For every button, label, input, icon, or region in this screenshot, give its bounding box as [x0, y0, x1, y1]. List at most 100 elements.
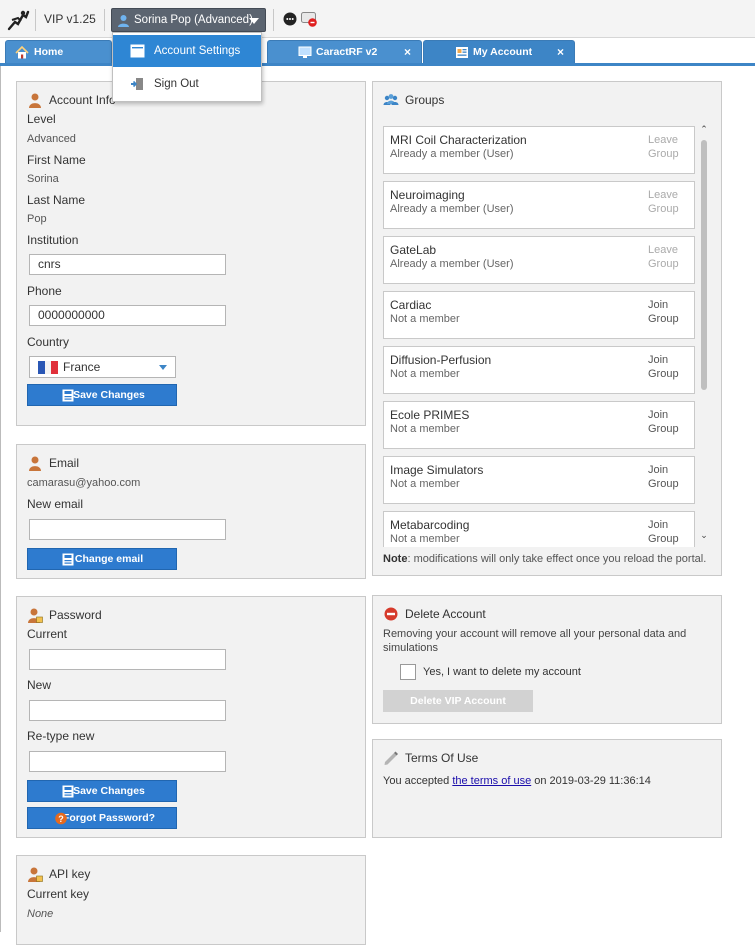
groups-scrollbar[interactable]: ⌃ ⌄: [698, 124, 710, 547]
retype-password-input[interactable]: [29, 751, 226, 772]
country-label: Country: [27, 335, 70, 349]
user-icon: [118, 15, 129, 27]
bug-report-icon[interactable]: [301, 12, 318, 27]
api-key-title: API key: [27, 866, 90, 882]
current-key-value: None: [27, 908, 54, 920]
terms-title: Terms Of Use: [383, 750, 478, 766]
leave-group-button[interactable]: Leave Group: [648, 188, 680, 216]
save-icon: [62, 553, 74, 566]
current-password-input[interactable]: [29, 649, 226, 670]
join-group-button[interactable]: Join Group: [648, 518, 680, 546]
person-lock-icon: [28, 608, 43, 623]
account-info-title: Account Info: [27, 92, 116, 108]
france-flag-icon: [38, 361, 58, 374]
home-icon: [15, 46, 29, 59]
save-password-button[interactable]: Save Changes: [27, 780, 177, 802]
group-item: Neuroimaging Already a member (User) Lea…: [383, 181, 695, 229]
chevron-down-icon[interactable]: ⌄: [699, 530, 709, 541]
delete-confirm-checkbox[interactable]: [400, 664, 416, 680]
sign-out-icon: [131, 78, 143, 90]
first-name-value: Sorina: [27, 173, 59, 185]
menu-item-sign-out[interactable]: Sign Out: [113, 68, 261, 100]
save-icon: [62, 389, 74, 402]
phone-input[interactable]: 0000000000: [29, 305, 226, 326]
group-item: Image Simulators Not a member Join Group: [383, 456, 695, 504]
email-panel: Email camarasu@yahoo.com New email Chang…: [16, 444, 366, 579]
leave-group-button[interactable]: Leave Group: [648, 243, 680, 271]
groups-title: Groups: [383, 92, 444, 108]
group-item: Cardiac Not a member Join Group: [383, 291, 695, 339]
toolbar-divider: [35, 9, 36, 31]
country-value: France: [63, 360, 101, 374]
groups-note: Note: modifications will only take effec…: [383, 553, 707, 565]
phone-label: Phone: [27, 284, 62, 298]
terms-link[interactable]: the terms of use: [452, 775, 531, 787]
institution-input[interactable]: cnrs: [29, 254, 226, 275]
current-key-label: Current key: [27, 887, 90, 901]
password-panel: Password Current New Re-type new Save Ch…: [16, 596, 366, 838]
close-icon[interactable]: ×: [557, 41, 564, 64]
delete-account-button[interactable]: Delete VIP Account: [383, 690, 533, 712]
forgot-password-button[interactable]: ? Forgot Password?: [27, 807, 177, 829]
group-item: Ecole PRIMES Not a member Join Group: [383, 401, 695, 449]
email-title: Email: [27, 455, 79, 471]
groups-list[interactable]: MRI Coil Characterization Already a memb…: [382, 124, 710, 547]
join-group-button[interactable]: Join Group: [648, 463, 680, 491]
new-email-input[interactable]: [29, 519, 226, 540]
terms-of-use-panel: Terms Of Use You accepted the terms of u…: [372, 739, 722, 838]
level-label: Level: [27, 112, 56, 126]
delete-account-panel: Delete Account Removing your account wil…: [372, 595, 722, 724]
last-name-value: Pop: [27, 213, 47, 225]
delete-account-description: Removing your account will remove all yo…: [383, 628, 687, 654]
current-password-label: Current: [27, 627, 68, 641]
user-dropdown-menu: Account Settings Sign Out: [112, 32, 262, 102]
country-select[interactable]: France: [29, 356, 176, 378]
new-password-input[interactable]: [29, 700, 226, 721]
person-key-icon: [28, 867, 43, 882]
retype-password-label: Re-type new: [27, 729, 95, 743]
current-email-value: camarasu@yahoo.com: [27, 477, 141, 489]
first-name-label: First Name: [27, 153, 86, 167]
join-group-button[interactable]: Join Group: [648, 353, 680, 381]
menu-item-account-settings[interactable]: Account Settings: [113, 35, 261, 67]
tab-my-account[interactable]: My Account ×: [423, 40, 575, 64]
change-email-button[interactable]: Change email: [27, 548, 177, 570]
version-label: VIP v1.25: [44, 12, 96, 26]
tab-home[interactable]: Home: [5, 40, 112, 64]
tab-home-label: Home: [34, 46, 64, 58]
settings-icon: [130, 44, 145, 58]
monitor-icon: [298, 46, 312, 58]
terms-text: You accepted the terms of use on 2019-03…: [383, 775, 651, 787]
level-value: Advanced: [27, 133, 76, 145]
user-menu-label: Sorina Pop (Advanced): [134, 14, 253, 26]
scrollbar-thumb[interactable]: [701, 140, 707, 390]
group-item: Diffusion-Perfusion Not a member Join Gro…: [383, 346, 695, 394]
save-account-button[interactable]: Save Changes: [27, 384, 177, 406]
person-icon: [29, 456, 41, 471]
join-group-button[interactable]: Join Group: [648, 408, 680, 436]
user-menu-button[interactable]: Sorina Pop (Advanced): [111, 8, 266, 32]
groups-panel: Groups MRI Coil Characterization Already…: [372, 81, 722, 576]
tab-my-account-label: My Account: [473, 46, 533, 58]
delete-confirm-label: Yes, I want to delete my account: [423, 666, 581, 678]
password-title: Password: [27, 607, 102, 623]
document-pen-icon: [384, 751, 398, 765]
tab-caractrf[interactable]: CaractRF v2 ×: [267, 40, 422, 64]
vip-logo-icon[interactable]: [6, 9, 30, 31]
group-icon: [383, 94, 399, 105]
account-info-panel: Account Info Level Advanced First Name S…: [16, 81, 366, 426]
my-account-page: Account Info Level Advanced First Name S…: [0, 66, 755, 945]
tab-caractrf-label: CaractRF v2: [316, 46, 378, 58]
save-icon: [62, 785, 74, 798]
no-entry-icon: [384, 607, 398, 621]
leave-group-button[interactable]: Leave Group: [648, 133, 680, 161]
group-item: GateLab Already a member (User) Leave Gro…: [383, 236, 695, 284]
close-icon[interactable]: ×: [404, 41, 411, 64]
institution-label: Institution: [27, 233, 79, 247]
join-group-button[interactable]: Join Group: [648, 298, 680, 326]
chevron-down-icon: [159, 365, 167, 370]
chevron-up-icon[interactable]: ⌃: [699, 124, 709, 135]
new-password-label: New: [27, 678, 52, 692]
group-item: MRI Coil Characterization Already a memb…: [383, 126, 695, 174]
chat-icon[interactable]: [283, 12, 297, 26]
